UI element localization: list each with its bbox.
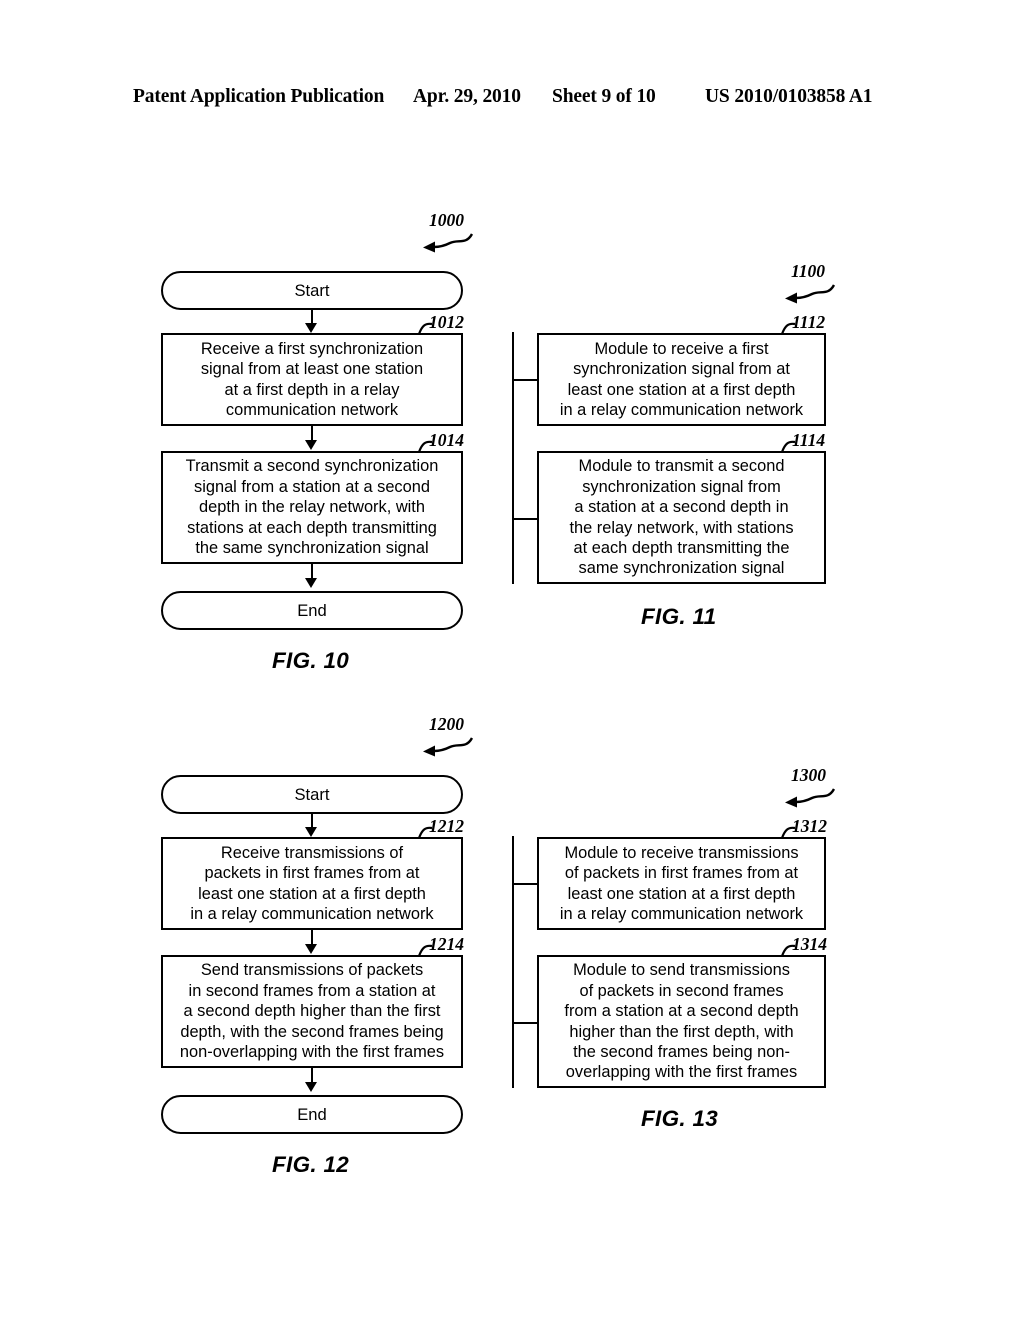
fig13-caption: FIG. 13 <box>641 1106 719 1131</box>
fig13-bracket-spine <box>512 836 514 1088</box>
fig13-module-box-1312: Module to receive transmissions of packe… <box>537 837 826 930</box>
fig13-box-1312-text: Module to receive transmissions of packe… <box>559 843 804 923</box>
fig13-bracket-stub-1312 <box>512 883 538 885</box>
ref-numeral-1300: 1300 <box>791 765 826 785</box>
figure-13: 1300 1312 Module to receive transmission… <box>0 0 1024 1320</box>
fig13-box-1314-text: Module to send transmissions of packets … <box>564 961 799 1082</box>
fig13-bracket-stub-1314 <box>512 1022 538 1024</box>
fig13-module-box-1314: Module to send transmissions of packets … <box>537 955 826 1088</box>
leader-curl-1300-icon <box>785 788 836 808</box>
